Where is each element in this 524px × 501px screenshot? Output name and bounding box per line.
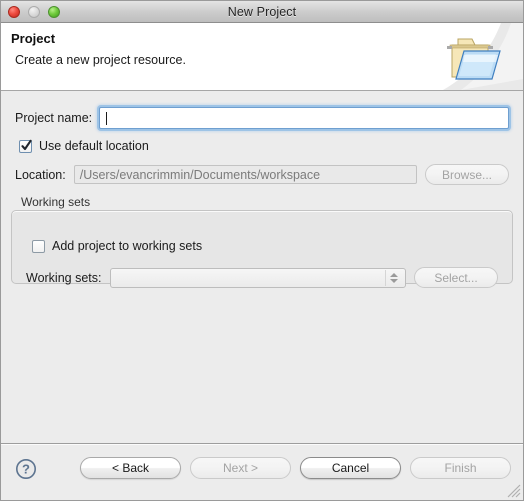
working-sets-group: Working sets Add project to working sets… — [11, 195, 513, 288]
add-to-working-sets-label: Add project to working sets — [52, 239, 203, 253]
svg-text:?: ? — [22, 462, 30, 477]
chevron-up-icon — [390, 272, 398, 277]
use-default-location-label: Use default location — [39, 139, 149, 153]
page-title: Project — [11, 31, 56, 46]
project-name-row: Project name: — [15, 107, 509, 129]
browse-button[interactable]: Browse... — [425, 164, 509, 185]
open-folder-icon — [447, 38, 501, 80]
use-default-location-checkbox[interactable] — [19, 139, 32, 153]
checkmark-icon — [21, 139, 32, 150]
resize-grip[interactable] — [507, 484, 521, 498]
help-icon[interactable]: ? — [15, 458, 37, 480]
cancel-button[interactable]: Cancel — [300, 457, 401, 479]
working-sets-label: Working sets: — [26, 270, 102, 285]
location-row: Location: /Users/evancrimmin/Documents/w… — [15, 164, 509, 185]
working-sets-row: Working sets: Select... — [26, 267, 498, 288]
dialog-footer: ? < Back Next > Cancel Finish — [1, 443, 523, 500]
zoom-button[interactable] — [48, 5, 60, 18]
chevron-down-icon — [390, 278, 398, 283]
finish-button[interactable]: Finish — [410, 457, 511, 479]
new-project-dialog: New Project Project Create a new project… — [0, 0, 524, 501]
minimize-button[interactable] — [28, 5, 40, 18]
project-name-field[interactable] — [107, 109, 504, 127]
close-button[interactable] — [8, 5, 20, 18]
project-name-input[interactable] — [99, 107, 509, 129]
footer-button-group: < Back Next > Cancel Finish — [80, 457, 511, 479]
project-name-label: Project name: — [15, 111, 93, 125]
window-title: New Project — [227, 4, 297, 19]
window-controls — [8, 1, 60, 22]
location-field[interactable]: /Users/evancrimmin/Documents/workspace — [73, 165, 417, 184]
next-button[interactable]: Next > — [190, 457, 291, 479]
use-default-location-row[interactable]: Use default location — [19, 139, 149, 153]
location-label: Location: — [15, 167, 66, 182]
working-sets-group-box: Add project to working sets Working sets… — [11, 210, 513, 288]
title-bar[interactable]: New Project — [1, 1, 523, 23]
working-sets-combo[interactable] — [109, 267, 406, 288]
page-description: Create a new project resource. — [15, 53, 186, 67]
select-working-sets-button[interactable]: Select... — [414, 267, 498, 288]
back-button[interactable]: < Back — [80, 457, 181, 479]
working-sets-stepper[interactable] — [385, 269, 402, 286]
add-to-working-sets-row[interactable]: Add project to working sets — [32, 239, 202, 253]
dialog-body: Project name: Use default location Locat… — [1, 91, 523, 443]
working-sets-group-label: Working sets — [21, 195, 91, 209]
add-to-working-sets-checkbox[interactable] — [32, 239, 45, 253]
wizard-banner: Project Create a new project resource. — [1, 23, 523, 91]
